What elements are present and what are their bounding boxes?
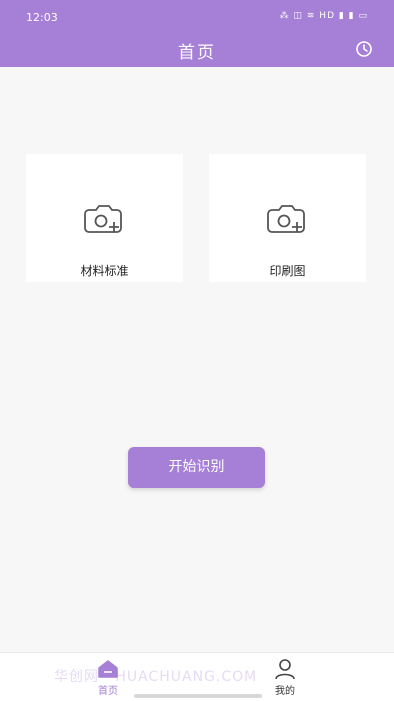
home-indicator: [134, 694, 262, 698]
header: 首页: [0, 34, 394, 67]
tab-label: 我的: [275, 686, 295, 697]
status-bar: 12:03 ⁂ ◫ ≋ HD ▮ ▮ ▭: [0, 0, 394, 34]
tab-mine[interactable]: 我的: [265, 657, 305, 697]
page-title: 首页: [178, 43, 216, 63]
upload-card-material-standard[interactable]: 材料标准: [26, 154, 183, 282]
card-label: 材料标准: [80, 264, 129, 278]
start-recognition-button[interactable]: 开始识别: [128, 447, 265, 488]
watermark: 华创网 · HUACHUANG.COM: [54, 669, 258, 685]
status-time: 12:03: [26, 11, 58, 24]
history-icon[interactable]: [355, 40, 373, 58]
upload-card-print-image[interactable]: 印刷图: [209, 154, 366, 282]
camera-add-icon: [267, 205, 305, 233]
card-label: 印刷图: [269, 264, 306, 278]
status-icons: ⁂ ◫ ≋ HD ▮ ▮ ▭: [279, 11, 368, 21]
user-icon: [275, 659, 295, 680]
camera-add-icon: [84, 205, 122, 233]
